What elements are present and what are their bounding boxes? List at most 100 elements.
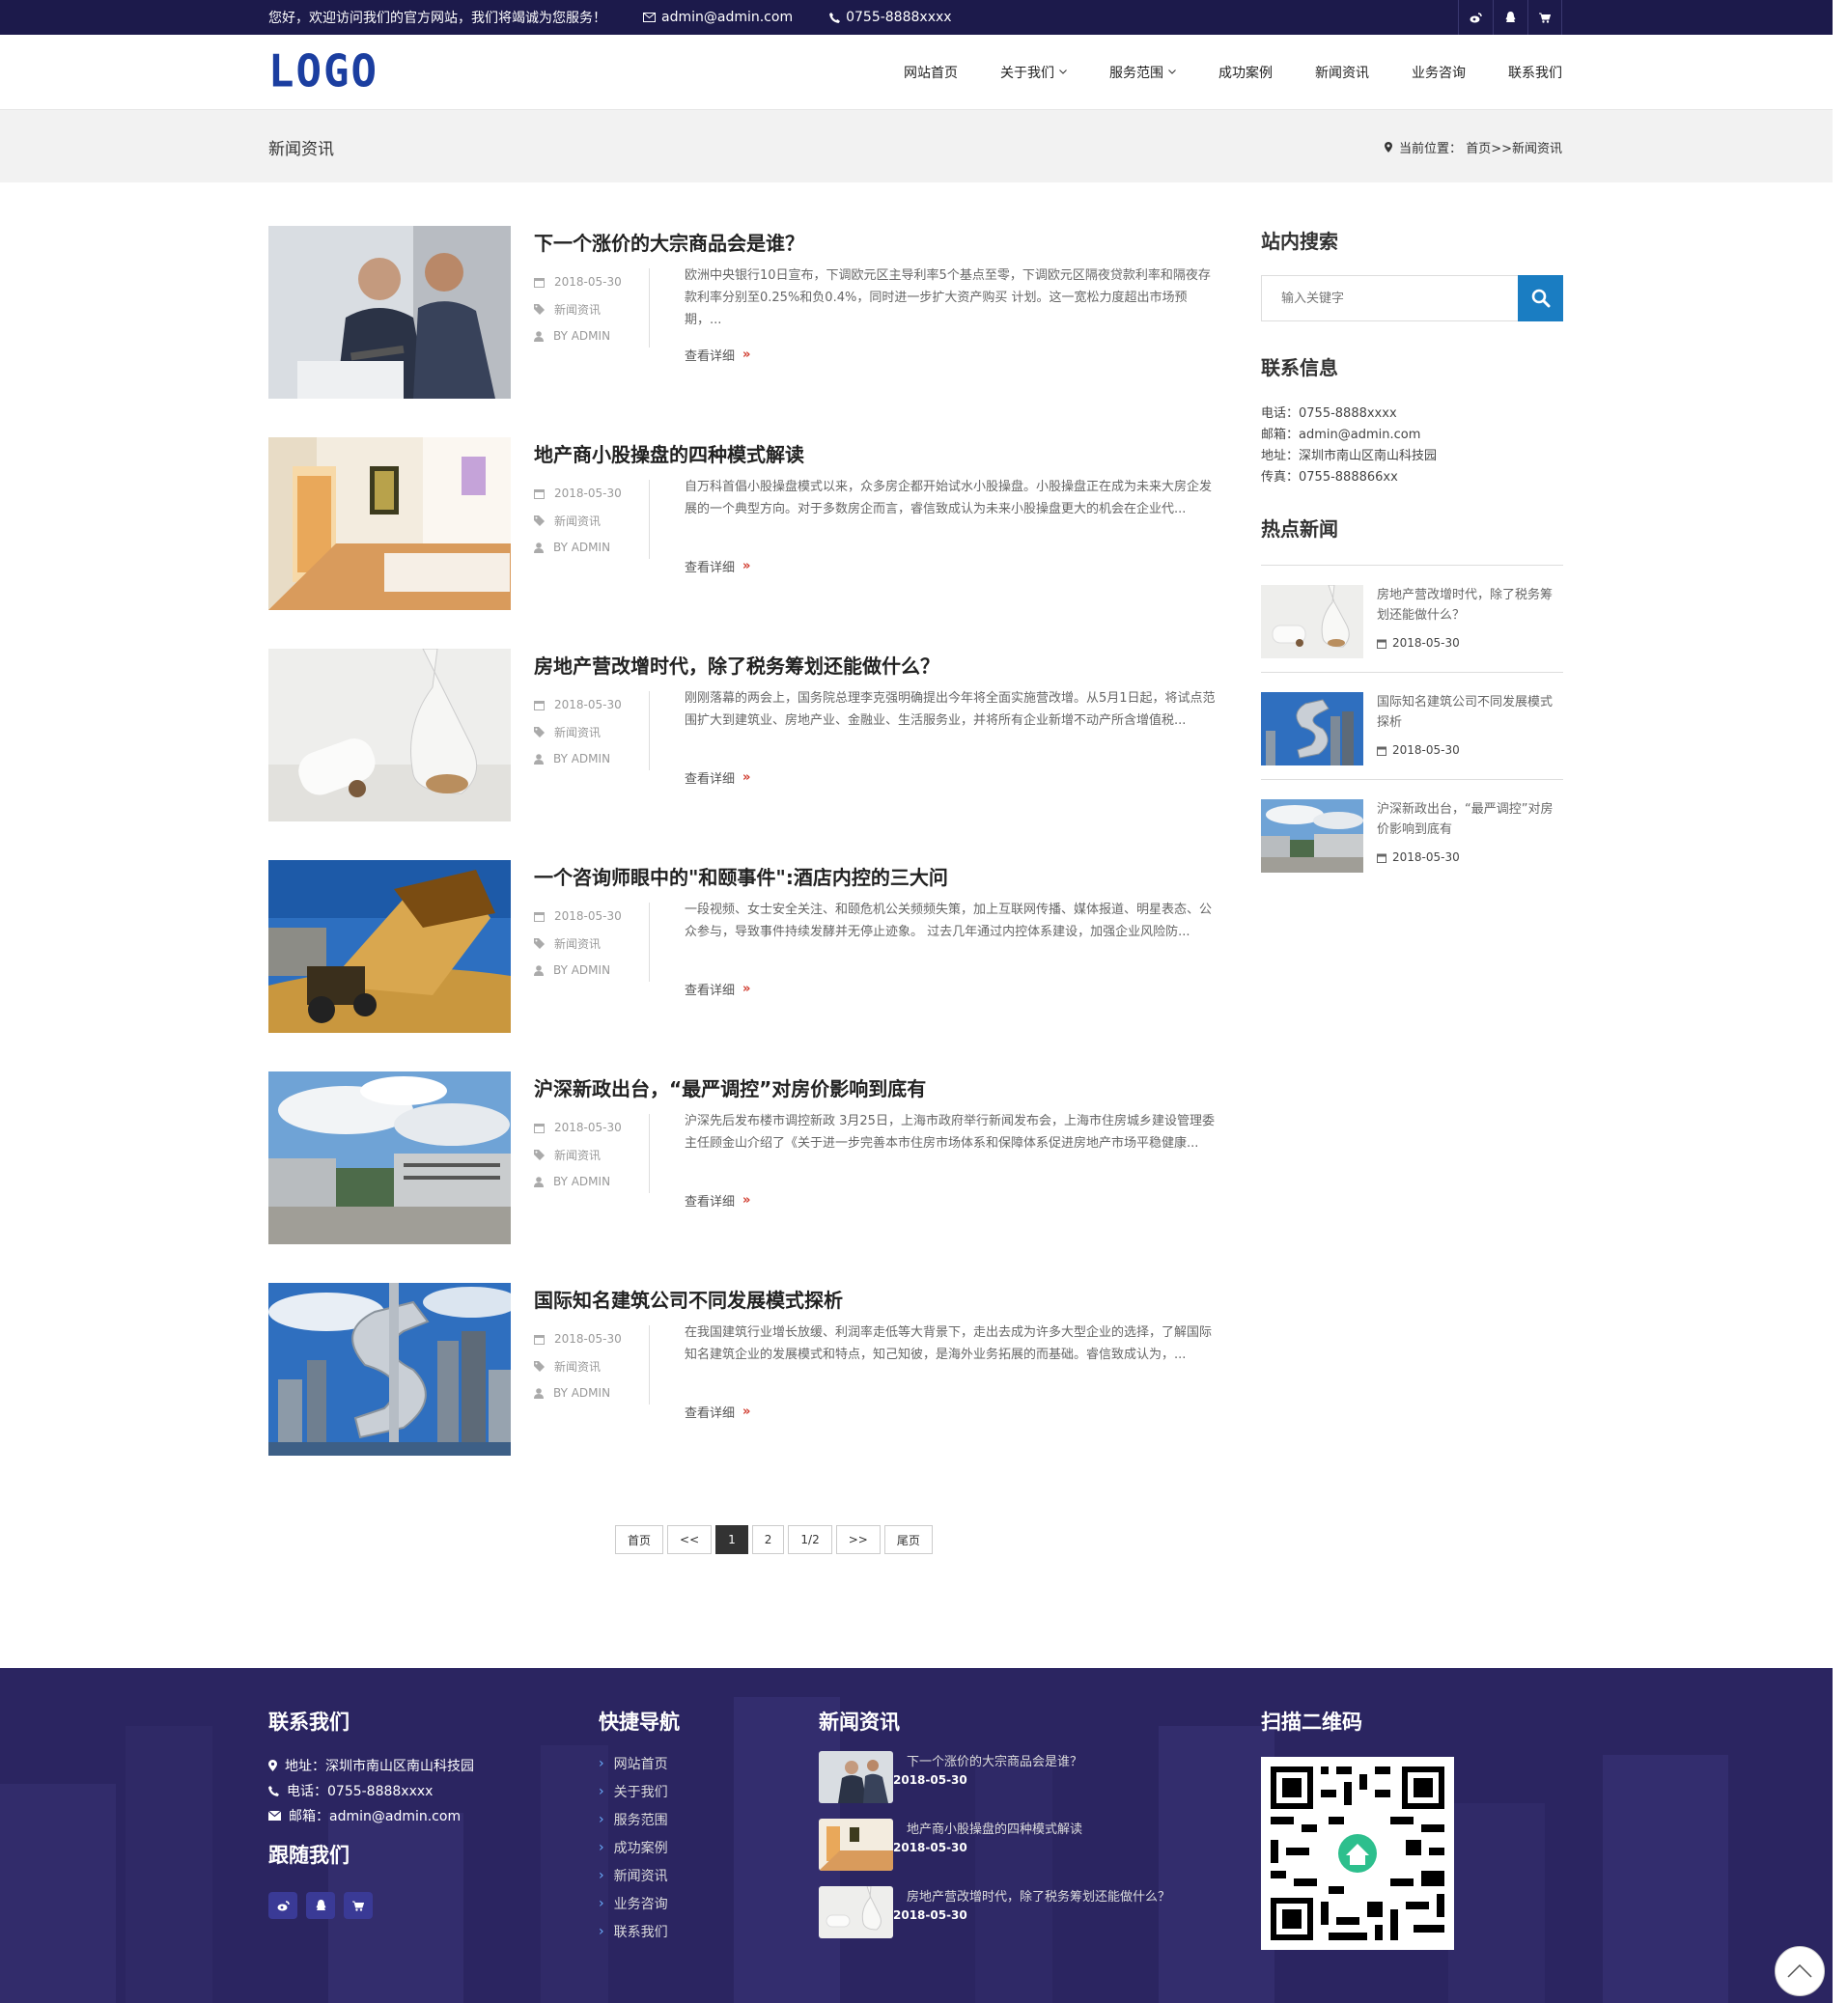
article-category[interactable]: 新闻资讯	[554, 935, 601, 952]
site-footer: 联系我们 地址：深圳市南山区南山科技园 电话：0755-8888xxxx 邮箱：…	[0, 1668, 1833, 2003]
article-category[interactable]: 新闻资讯	[554, 724, 601, 740]
footer-phone: 电话：0755-8888xxxx	[287, 1784, 434, 1799]
read-more-link[interactable]: 查看详细 »	[685, 768, 750, 787]
page-scrollbar[interactable]	[1833, 0, 1848, 2003]
footer-nav-item[interactable]: › 新闻资讯	[599, 1861, 680, 1889]
pager-next[interactable]: >>	[835, 1525, 881, 1554]
article-thumbnail[interactable]	[268, 1071, 511, 1244]
footer-nav-item[interactable]: › 业务咨询	[599, 1889, 680, 1917]
footer-news-thumbnail[interactable]	[819, 1819, 893, 1871]
article-author: BY ADMIN	[553, 541, 611, 554]
hot-news-thumbnail[interactable]	[1261, 585, 1363, 658]
read-more-link[interactable]: 查看详细 »	[685, 346, 750, 364]
pager-page-2[interactable]: 2	[751, 1525, 785, 1554]
qr-title: 扫描二维码	[1261, 1711, 1362, 1734]
nav-about[interactable]: 关于我们	[1000, 63, 1067, 82]
hot-news-title-text: 房地产营改增时代，除了税务筹划还能做什么？	[1377, 588, 1554, 623]
footer-address: 地址：深圳市南山区南山科技园	[285, 1759, 474, 1774]
footer-news-item[interactable]: 房地产营改增时代，除了税务筹划还能做什么？ 2018-05-30	[819, 1886, 1170, 1938]
article-category[interactable]: 新闻资讯	[554, 301, 601, 318]
hot-news-thumbnail[interactable]	[1261, 692, 1363, 765]
article-date: 2018-05-30	[554, 275, 622, 289]
weibo-icon[interactable]	[1458, 0, 1493, 35]
pager-page-1[interactable]: 1	[715, 1525, 748, 1554]
pager-first[interactable]: 首页	[615, 1525, 664, 1554]
envelope-icon	[643, 13, 656, 22]
footer-news-thumbnail[interactable]	[819, 1751, 893, 1803]
qq-icon[interactable]	[306, 1892, 335, 1919]
read-more-link[interactable]: 查看详细 »	[685, 980, 750, 998]
read-more-link[interactable]: 查看详细 »	[685, 557, 750, 575]
cart-icon[interactable]	[344, 1892, 373, 1919]
breadcrumb-path[interactable]: 首页>>新闻资讯	[1466, 138, 1562, 156]
article-title[interactable]: 一个咨询师眼中的"和颐事件":酒店内控的三大问	[534, 862, 948, 890]
search-button[interactable]	[1518, 275, 1563, 321]
article-title[interactable]: 地产商小股操盘的四种模式解读	[534, 439, 804, 467]
chevron-right-icon: ›	[599, 1867, 604, 1883]
article-title[interactable]: 下一个涨价的大宗商品会是谁？	[534, 228, 804, 256]
search-input[interactable]	[1261, 275, 1518, 321]
footer-news-item[interactable]: 下一个涨价的大宗商品会是谁？ 2018-05-30	[819, 1751, 1170, 1803]
article-meta: 2018-05-30 新闻资讯 BY ADMIN	[534, 1114, 650, 1193]
article-summary: 沪深先后发布楼市调控新政 3月25日，上海市政府举行新闻发布会，上海市住房城乡建…	[685, 1114, 1215, 1151]
chevron-right-icon: ›	[599, 1755, 604, 1771]
footer-nav-item[interactable]: › 网站首页	[599, 1749, 680, 1777]
calendar-icon	[534, 488, 545, 499]
hot-news-item[interactable]: 国际知名建筑公司不同发展模式探析 2018-05-30	[1261, 673, 1563, 780]
footer-nav-label: 新闻资讯	[613, 1868, 668, 1884]
footer-nav-item[interactable]: › 服务范围	[599, 1805, 680, 1833]
weibo-icon[interactable]	[268, 1892, 297, 1919]
top-phone-text: 0755-8888xxxx	[846, 10, 952, 25]
nav-services-label: 服务范围	[1109, 65, 1163, 81]
article-title[interactable]: 沪深新政出台，“最严调控”对房价影响到底有	[534, 1073, 926, 1101]
article-thumbnail[interactable]	[268, 649, 511, 821]
nav-home[interactable]: 网站首页	[904, 63, 958, 82]
back-to-top-button[interactable]	[1775, 1946, 1825, 1996]
pager-prev[interactable]: <<	[667, 1525, 713, 1554]
user-icon	[534, 330, 544, 342]
article-meta: 2018-05-30 新闻资讯 BY ADMIN	[534, 480, 650, 559]
footer-nav-label: 网站首页	[613, 1756, 668, 1772]
read-more-link[interactable]: 查看详细 »	[685, 1403, 750, 1421]
article-title[interactable]: 房地产营改增时代，除了税务筹划还能做什么？	[534, 651, 939, 679]
chevron-down-icon	[1059, 70, 1067, 74]
footer-nav-item[interactable]: › 成功案例	[599, 1833, 680, 1861]
cart-icon[interactable]	[1527, 0, 1562, 35]
tag-icon	[534, 515, 545, 526]
nav-cases[interactable]: 成功案例	[1218, 63, 1273, 82]
nav-news[interactable]: 新闻资讯	[1315, 63, 1369, 82]
site-logo[interactable]: LOGO	[268, 46, 378, 98]
nav-services[interactable]: 服务范围	[1109, 63, 1176, 82]
hot-news-thumbnail[interactable]	[1261, 799, 1363, 873]
article-thumbnail[interactable]	[268, 1283, 511, 1456]
phone-icon	[268, 1785, 279, 1796]
footer-news-thumbnail[interactable]	[819, 1886, 893, 1938]
footer-contact: 联系我们 地址：深圳市南山区南山科技园 电话：0755-8888xxxx 邮箱：…	[268, 1707, 474, 1919]
article-category[interactable]: 新闻资讯	[554, 1358, 601, 1375]
article-meta: 2018-05-30 新闻资讯 BY ADMIN	[534, 1325, 650, 1405]
read-more-label: 查看详细	[685, 984, 736, 998]
article-thumbnail[interactable]	[268, 226, 511, 399]
hot-news-item[interactable]: 房地产营改增时代，除了税务筹划还能做什么？ 2018-05-30	[1261, 566, 1563, 673]
footer-nav-item[interactable]: › 关于我们	[599, 1777, 680, 1805]
nav-contact[interactable]: 联系我们	[1508, 63, 1562, 82]
footer-nav-label: 业务咨询	[613, 1896, 668, 1912]
main-content: 下一个涨价的大宗商品会是谁？ 2018-05-30 新闻资讯 BY ADMIN …	[0, 182, 1833, 1668]
qq-icon[interactable]	[1493, 0, 1527, 35]
read-more-link[interactable]: 查看详细 »	[685, 1191, 750, 1210]
article-title[interactable]: 国际知名建筑公司不同发展模式探析	[534, 1285, 843, 1313]
footer-nav-item[interactable]: › 联系我们	[599, 1917, 680, 1945]
nav-consult[interactable]: 业务咨询	[1412, 63, 1466, 82]
search-title: 站内搜索	[1261, 230, 1338, 253]
top-email[interactable]: admin@admin.com	[643, 10, 793, 25]
footer-contact-title: 联系我们	[268, 1711, 350, 1734]
article-category[interactable]: 新闻资讯	[554, 1147, 601, 1163]
article-item: 房地产营改增时代，除了税务筹划还能做什么？ 2018-05-30 新闻资讯 BY…	[268, 649, 1224, 860]
hot-news-item[interactable]: 沪深新政出台，“最严调控”对房价影响到底有 2018-05-30	[1261, 780, 1563, 886]
pager-last[interactable]: 尾页	[883, 1525, 933, 1554]
article-category[interactable]: 新闻资讯	[554, 513, 601, 529]
article-thumbnail[interactable]	[268, 860, 511, 1033]
footer-news-item[interactable]: 地产商小股操盘的四种模式解读 2018-05-30	[819, 1819, 1170, 1871]
calendar-icon	[1377, 639, 1386, 649]
article-thumbnail[interactable]	[268, 437, 511, 610]
